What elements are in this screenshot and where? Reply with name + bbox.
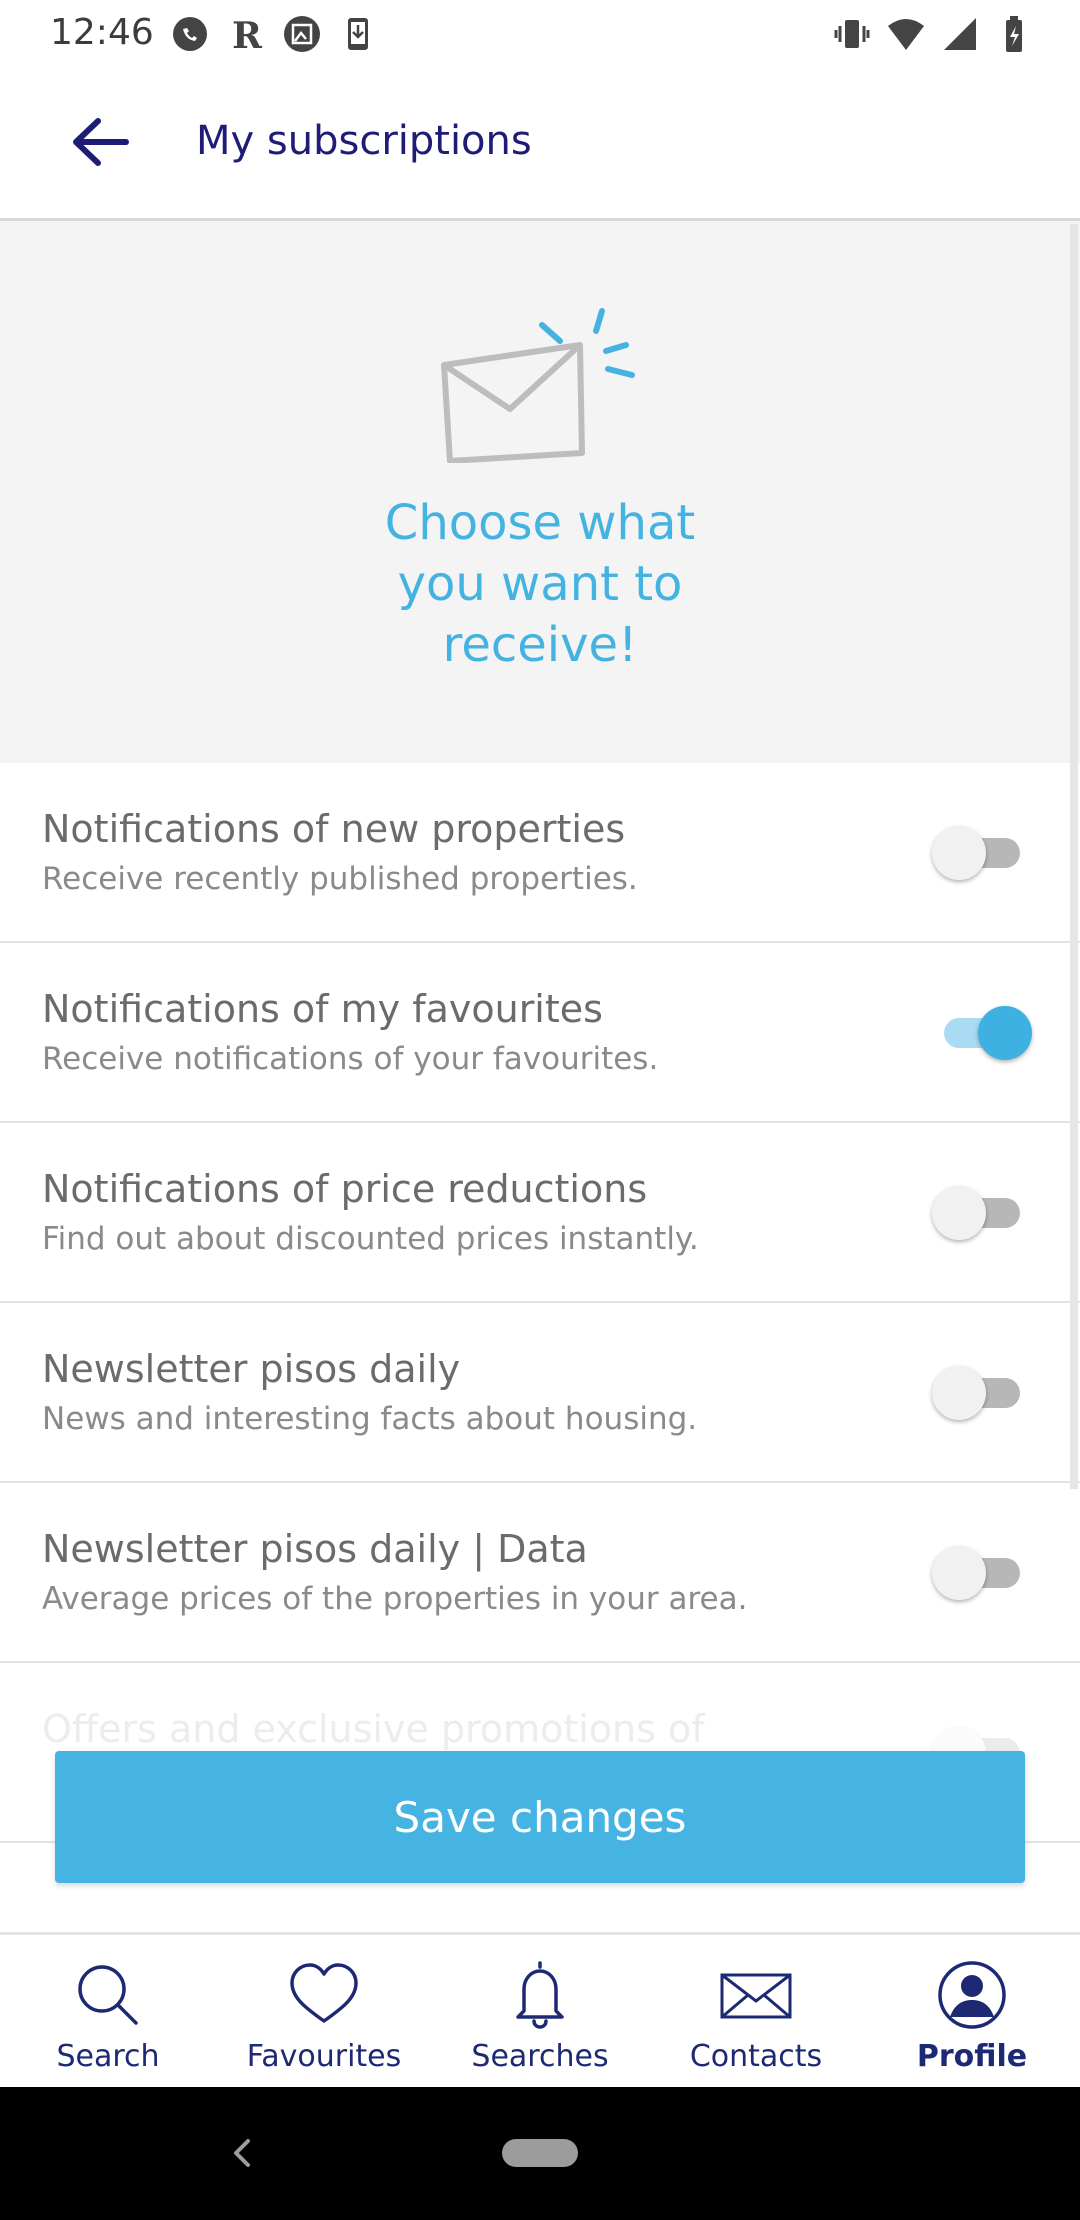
save-area: Save changes (0, 1727, 1080, 1932)
hero-message-line-3: receive! (442, 617, 638, 673)
subscription-description: Average prices of the properties in your… (42, 1581, 748, 1617)
subscription-title: Notifications of new properties (42, 807, 626, 851)
hero-message: Choose what you want to receive! (300, 493, 780, 676)
system-back-icon[interactable] (222, 2133, 262, 2173)
profile-icon (938, 1961, 1006, 2029)
newsletter-data-toggle[interactable] (932, 1543, 1032, 1603)
new-properties-toggle[interactable] (932, 823, 1032, 883)
nav-label: Contacts (689, 2039, 823, 2074)
status-bar: 12:46 R (0, 0, 1080, 66)
nav-item-searches[interactable]: Searches (432, 1935, 648, 2087)
subscription-description: Receive notifications of your favourites… (42, 1041, 659, 1077)
status-notification-icons: R (170, 12, 378, 56)
subscription-description: News and interesting facts about housing… (42, 1401, 698, 1437)
nav-item-contacts[interactable]: Contacts (648, 1935, 864, 2087)
page-title: My subscriptions (196, 118, 532, 164)
app-bar: My subscriptions (0, 66, 1080, 221)
svg-text:R: R (232, 15, 263, 54)
search-icon (78, 1965, 138, 2025)
subscription-row-price-reductions: Notifications of price reductions Find o… (0, 1123, 1080, 1303)
whatsapp-icon (173, 17, 207, 51)
subscription-row-favourites: Notifications of my favourites Receive n… (0, 943, 1080, 1123)
subscription-description: Receive recently published properties. (42, 861, 638, 897)
battery-charging-icon (1006, 16, 1022, 52)
system-navigation-bar (0, 2087, 1080, 2220)
arrow-left-icon (73, 118, 129, 166)
heart-icon (290, 1963, 358, 2023)
subscription-title: Notifications of my favourites (42, 987, 603, 1031)
r-app-icon: R (232, 15, 263, 54)
subscription-title: Newsletter pisos daily | Data (42, 1527, 588, 1571)
subscription-row-new-properties: Notifications of new properties Receive … (0, 763, 1080, 943)
nav-label: Favourites (246, 2039, 402, 2074)
subscription-list: Notifications of new properties Receive … (0, 763, 1080, 1843)
subscription-title: Notifications of price reductions (42, 1167, 648, 1211)
subscription-row-newsletter: Newsletter pisos daily News and interest… (0, 1303, 1080, 1483)
nav-label: Search (56, 2039, 160, 2074)
wifi-icon (888, 19, 924, 50)
subscription-description: Find out about discounted prices instant… (42, 1221, 699, 1257)
subscription-row-newsletter-data: Newsletter pisos daily | Data Average pr… (0, 1483, 1080, 1663)
nav-item-search[interactable]: Search (0, 1935, 216, 2087)
mail-icon (720, 1973, 792, 2019)
status-system-icons (832, 12, 1034, 56)
signal-icon (944, 18, 976, 50)
nav-label: Profile (916, 2039, 1028, 2074)
envelope-icon (441, 308, 635, 463)
nav-item-profile[interactable]: Profile (864, 1935, 1080, 2087)
bell-icon (516, 1961, 564, 2029)
favourites-toggle[interactable] (932, 1003, 1032, 1063)
hero-message-line-1: Choose what (384, 495, 696, 551)
vibrate-icon (834, 20, 870, 48)
image-icon (284, 16, 320, 52)
newsletter-toggle[interactable] (932, 1363, 1032, 1423)
save-changes-button[interactable]: Save changes (55, 1751, 1025, 1883)
system-home-pill[interactable] (502, 2139, 578, 2167)
download-phone-icon (348, 18, 368, 50)
subscription-title: Newsletter pisos daily (42, 1347, 461, 1391)
price-reductions-toggle[interactable] (932, 1183, 1032, 1243)
hero-banner: Choose what you want to receive! (0, 221, 1080, 763)
nav-item-favourites[interactable]: Favourites (216, 1935, 432, 2087)
bottom-navigation: Search Favourites Searches Contacts Prof… (0, 1932, 1080, 2087)
back-button[interactable] (60, 110, 140, 174)
scrollbar[interactable] (1070, 224, 1078, 1489)
hero-message-line-2: you want to (397, 556, 683, 612)
nav-label: Searches (471, 2039, 609, 2074)
status-time: 12:46 (50, 12, 154, 53)
